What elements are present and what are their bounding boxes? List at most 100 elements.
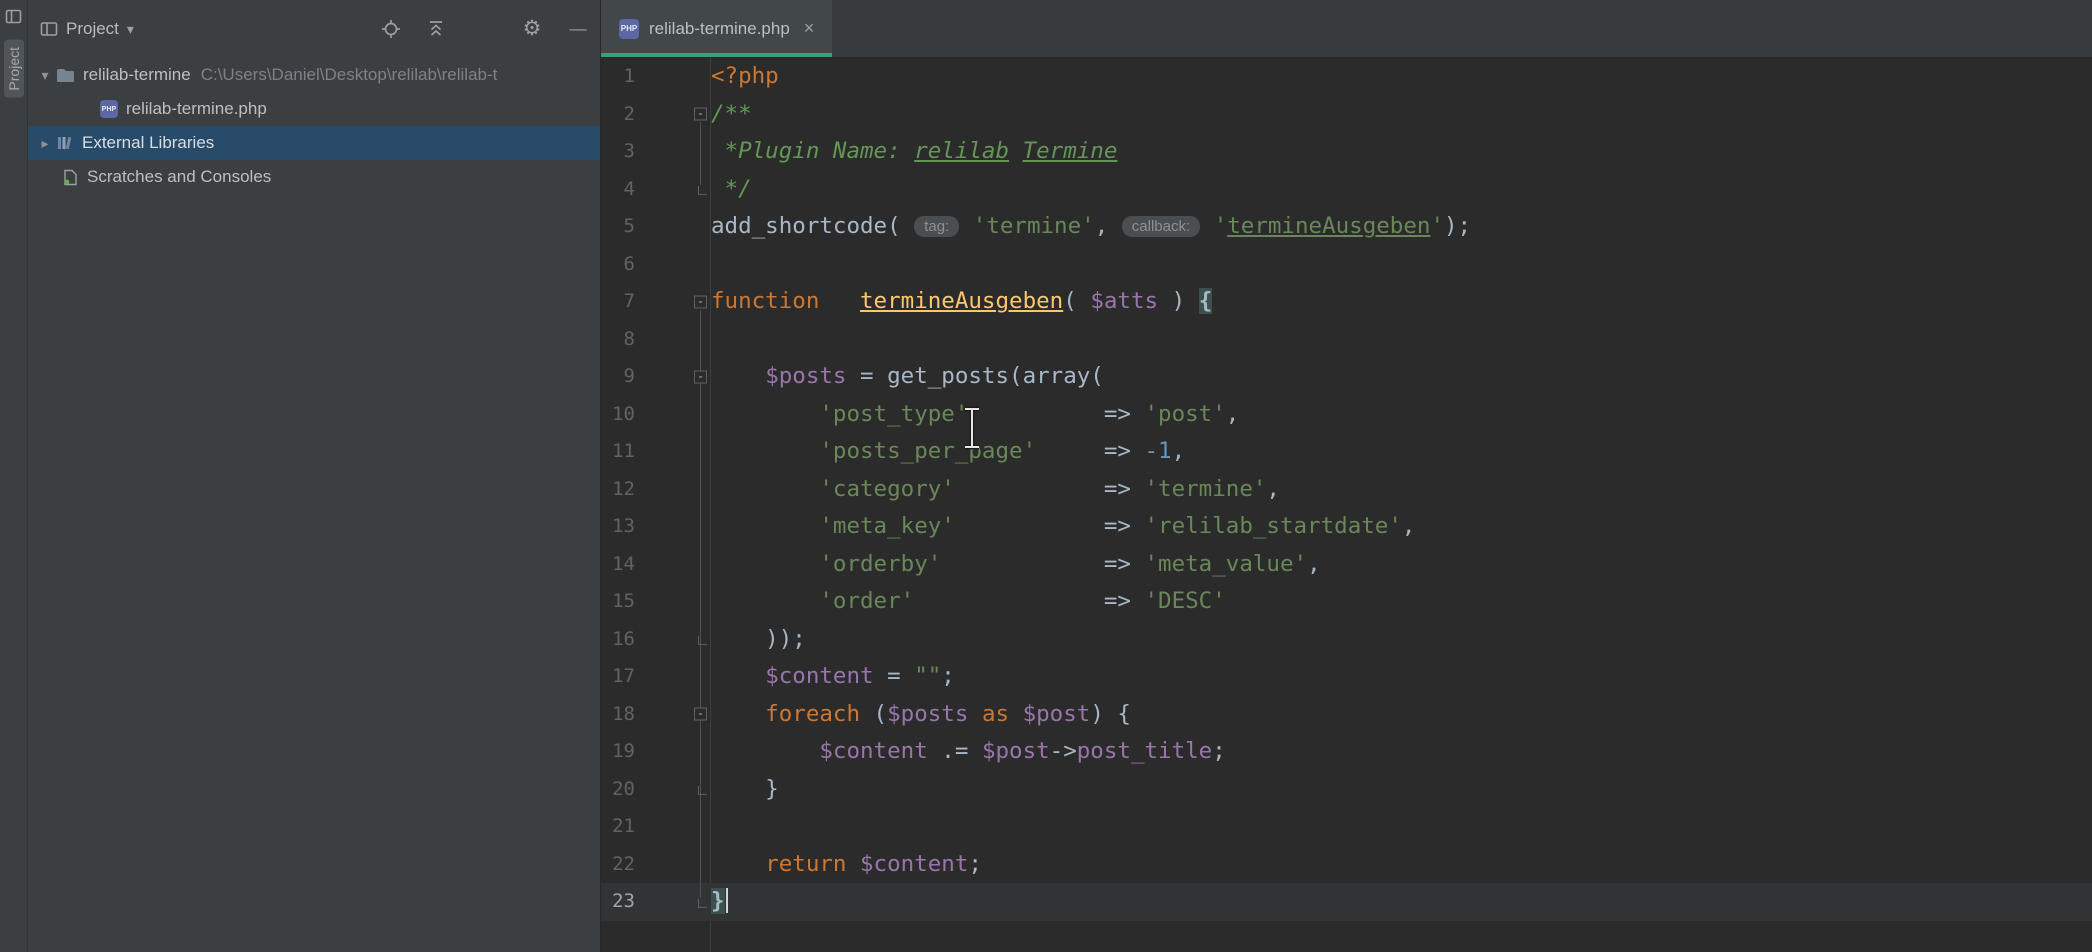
fold-collapse-icon[interactable]: - — [694, 708, 707, 721]
code-line-2[interactable]: 2 -/** — [601, 96, 2092, 134]
tree-item-label: Scratches and Consoles — [87, 167, 271, 187]
code-text[interactable]: *Plugin Name: relilab Termine — [711, 133, 2092, 171]
tree-item-label: External Libraries — [82, 133, 214, 153]
code-line-13[interactable]: 13 'meta_key' => 'relilab_startdate', — [601, 508, 2092, 546]
code-line-1[interactable]: 1 <?php — [601, 58, 2092, 96]
code-line-5[interactable]: 5 add_shortcode( tag: 'termine', callback… — [601, 208, 2092, 246]
tree-item-external-libraries[interactable]: ▸ External Libraries — [28, 126, 600, 160]
parameter-hint: tag: — [914, 216, 959, 237]
code-text[interactable]: function termineAusgeben( $atts ) { — [711, 283, 2092, 321]
fold-collapse-icon[interactable]: - — [694, 370, 707, 383]
code-text[interactable]: )); — [711, 621, 2092, 659]
code-text[interactable]: $posts = get_posts(array( — [711, 358, 2092, 396]
project-panel-title[interactable]: Project — [66, 19, 119, 39]
chevron-expanded-icon[interactable]: ▾ — [34, 67, 56, 84]
code-line-21[interactable]: 21 — [601, 808, 2092, 846]
chevron-down-icon[interactable]: ▾ — [127, 21, 134, 38]
code-line-4[interactable]: 4 */ — [601, 171, 2092, 209]
code-line-20[interactable]: 20 } — [601, 771, 2092, 809]
code-text[interactable] — [711, 808, 2092, 846]
tab-close-icon[interactable]: × — [804, 18, 815, 39]
tree-item-path: C:\Users\Daniel\Desktop\relilab\relilab-… — [201, 65, 498, 85]
code-text[interactable]: return $content; — [711, 846, 2092, 884]
parameter-hint: callback: — [1122, 216, 1200, 237]
line-number: 9 — [601, 358, 635, 396]
code-line-16[interactable]: 16 )); — [601, 621, 2092, 659]
code-line-15[interactable]: 15 'order' => 'DESC' — [601, 583, 2092, 621]
tab-label: relilab-termine.php — [649, 19, 790, 39]
code-text[interactable]: foreach ($posts as $post) { — [711, 696, 2092, 734]
scratches-icon — [62, 169, 79, 186]
code-line-14[interactable]: 14 'orderby' => 'meta_value', — [601, 546, 2092, 584]
fold-collapse-icon[interactable]: - — [694, 108, 707, 121]
code-text[interactable] — [711, 246, 2092, 284]
fold-end-icon[interactable] — [698, 186, 707, 195]
code-text[interactable]: */ — [711, 171, 2092, 209]
stripe-project-button[interactable]: Project — [4, 40, 24, 98]
code-line-8[interactable]: 8 — [601, 321, 2092, 359]
tree-item-relilab-termine-php[interactable]: PHP relilab-termine.php — [28, 92, 600, 126]
code-text[interactable]: $content .= $post->post_title; — [711, 733, 2092, 771]
code-line-7[interactable]: 7 -function termineAusgeben( $atts ) { — [601, 283, 2092, 321]
line-number: 1 — [601, 58, 635, 96]
chevron-collapsed-icon[interactable]: ▸ — [34, 135, 56, 152]
tree-item-scratches-consoles[interactable]: Scratches and Consoles — [28, 160, 600, 194]
code-text[interactable]: add_shortcode( tag: 'termine', callback:… — [711, 208, 2092, 246]
line-number: 2 — [601, 96, 635, 134]
code-text[interactable]: $content = ""; — [711, 658, 2092, 696]
code-text[interactable]: 'post_type' => 'post', — [711, 396, 2092, 434]
line-number: 7 — [601, 283, 635, 321]
code-line-18[interactable]: 18- foreach ($posts as $post) { — [601, 696, 2092, 734]
hide-panel-icon[interactable]: — — [567, 18, 589, 40]
locate-icon[interactable] — [380, 18, 402, 40]
code-text[interactable]: 'category' => 'termine', — [711, 471, 2092, 509]
php-file-icon: PHP — [619, 19, 639, 39]
code-text[interactable]: 'order' => 'DESC' — [711, 583, 2092, 621]
fold-end-icon[interactable] — [698, 899, 707, 908]
code-text[interactable]: /** — [711, 96, 2092, 134]
text-caret — [726, 888, 728, 913]
project-tree: ▾ relilab-termine C:\Users\Daniel\Deskto… — [28, 58, 600, 952]
tab-relilab-termine-php[interactable]: PHP relilab-termine.php × — [601, 0, 832, 57]
code-line-19[interactable]: 19 $content .= $post->post_title; — [601, 733, 2092, 771]
code-line-23[interactable]: 23} — [601, 883, 2092, 921]
gutter-fold-cell — [635, 208, 711, 246]
code-line-10[interactable]: 10 'post_type' => 'post', — [601, 396, 2092, 434]
line-number: 4 — [601, 171, 635, 209]
line-number: 16 — [601, 621, 635, 659]
code-line-6[interactable]: 6 — [601, 246, 2092, 284]
code-text[interactable] — [711, 321, 2092, 359]
code-text[interactable]: } — [711, 771, 2092, 809]
project-panel-header: Project ▾ ⚙ — — [28, 0, 600, 58]
line-number: 3 — [601, 133, 635, 171]
code-line-12[interactable]: 12 'category' => 'termine', — [601, 471, 2092, 509]
code-line-3[interactable]: 3 *Plugin Name: relilab Termine — [601, 133, 2092, 171]
line-number: 20 — [601, 771, 635, 809]
tree-item-label: relilab-termine — [83, 65, 191, 85]
project-tool-window-icon[interactable] — [5, 8, 22, 30]
code-text[interactable]: <?php — [711, 58, 2092, 96]
editor-area: PHP relilab-termine.php × 1<?php2-/**3 *… — [601, 0, 2092, 952]
code-line-17[interactable]: 17 $content = ""; — [601, 658, 2092, 696]
code-line-11[interactable]: 11 'posts_per_page' => -1, — [601, 433, 2092, 471]
tree-item-relilab-termine-root[interactable]: ▾ relilab-termine C:\Users\Daniel\Deskto… — [28, 58, 600, 92]
settings-gear-icon[interactable]: ⚙ — [521, 18, 543, 40]
line-number: 8 — [601, 321, 635, 359]
project-view-icon — [40, 20, 58, 38]
code-text[interactable]: 'orderby' => 'meta_value', — [711, 546, 2092, 584]
fold-region-line — [700, 122, 701, 185]
mouse-cursor-ibeam — [961, 406, 983, 455]
folder-icon — [56, 68, 75, 83]
fold-collapse-icon[interactable]: - — [694, 295, 707, 308]
line-number: 10 — [601, 396, 635, 434]
code-text[interactable]: } — [711, 883, 2092, 921]
code-line-9[interactable]: 9 - $posts = get_posts(array( — [601, 358, 2092, 396]
line-number: 5 — [601, 208, 635, 246]
code-text[interactable]: 'meta_key' => 'relilab_startdate', — [711, 508, 2092, 546]
code-text[interactable]: 'posts_per_page' => -1, — [711, 433, 2092, 471]
collapse-all-icon[interactable] — [425, 18, 447, 40]
code-line-22[interactable]: 22 return $content; — [601, 846, 2092, 884]
fold-end-icon[interactable] — [698, 786, 707, 795]
code-editor[interactable]: 1<?php2-/**3 *Plugin Name: relilab Termi… — [601, 58, 2092, 952]
fold-end-icon[interactable] — [698, 636, 707, 645]
